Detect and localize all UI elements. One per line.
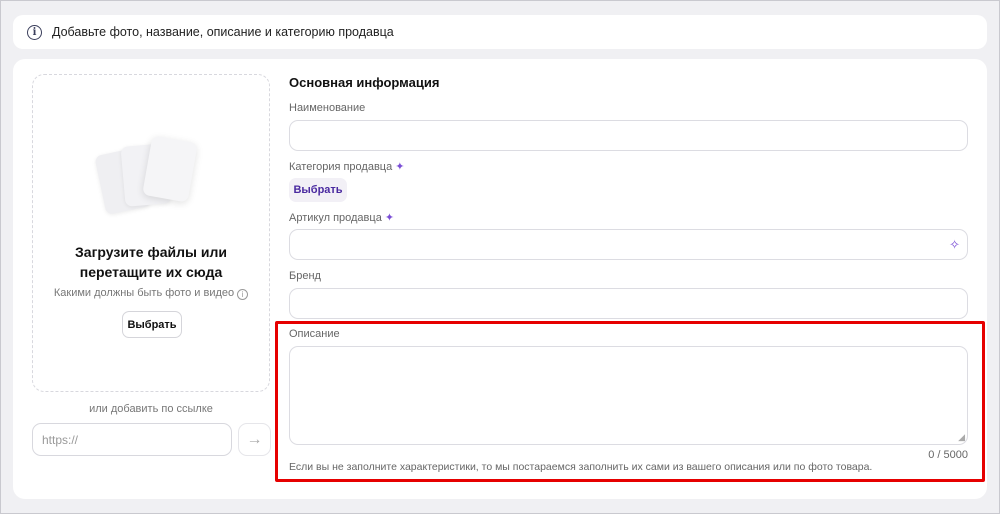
article-label: Артикул продавца ✦ xyxy=(289,212,395,224)
magic-wand-icon[interactable]: ✧ xyxy=(949,237,960,253)
category-select-button[interactable]: Выбрать xyxy=(289,178,347,202)
upload-dropzone[interactable]: Загрузите файлы или перетащите их сюда К… xyxy=(32,74,270,392)
description-textarea[interactable]: ◢ xyxy=(289,346,968,445)
description-counter: 0 / 5000 xyxy=(928,449,968,461)
info-banner-text: Добавьте фото, название, описание и кате… xyxy=(52,25,394,39)
brand-label: Бренд xyxy=(289,270,321,282)
upload-select-button[interactable]: Выбрать xyxy=(122,311,182,338)
brand-field[interactable] xyxy=(289,288,968,319)
url-placeholder: https:// xyxy=(42,432,79,447)
info-icon: i xyxy=(237,289,249,300)
photos-illustration-icon xyxy=(94,133,205,223)
url-input[interactable]: https:// xyxy=(32,423,232,456)
product-card-form: Загрузите файлы или перетащите их сюда К… xyxy=(13,59,987,499)
name-field[interactable] xyxy=(289,120,968,151)
upload-requirements-link[interactable]: Какими должны быть фото и видео i xyxy=(33,287,269,300)
category-label: Категория продавца ✦ xyxy=(289,161,405,173)
resize-handle-icon[interactable]: ◢ xyxy=(958,432,965,443)
article-field[interactable]: ✧ xyxy=(289,229,968,260)
section-title: Основная информация xyxy=(289,75,440,90)
arrow-right-icon[interactable]: → xyxy=(238,423,271,456)
sparkle-icon: ✦ xyxy=(384,212,395,224)
info-icon: i xyxy=(27,24,42,40)
name-label: Наименование xyxy=(289,102,366,114)
add-by-link-label: или добавить по ссылке xyxy=(89,403,213,415)
description-hint: Если вы не заполните характеристики, то … xyxy=(289,461,873,473)
sparkle-icon: ✦ xyxy=(395,161,405,173)
description-label: Описание xyxy=(289,328,340,340)
upload-title: Загрузите файлы или перетащите их сюда xyxy=(75,244,227,280)
info-banner: i Добавьте фото, название, описание и ка… xyxy=(13,15,987,49)
